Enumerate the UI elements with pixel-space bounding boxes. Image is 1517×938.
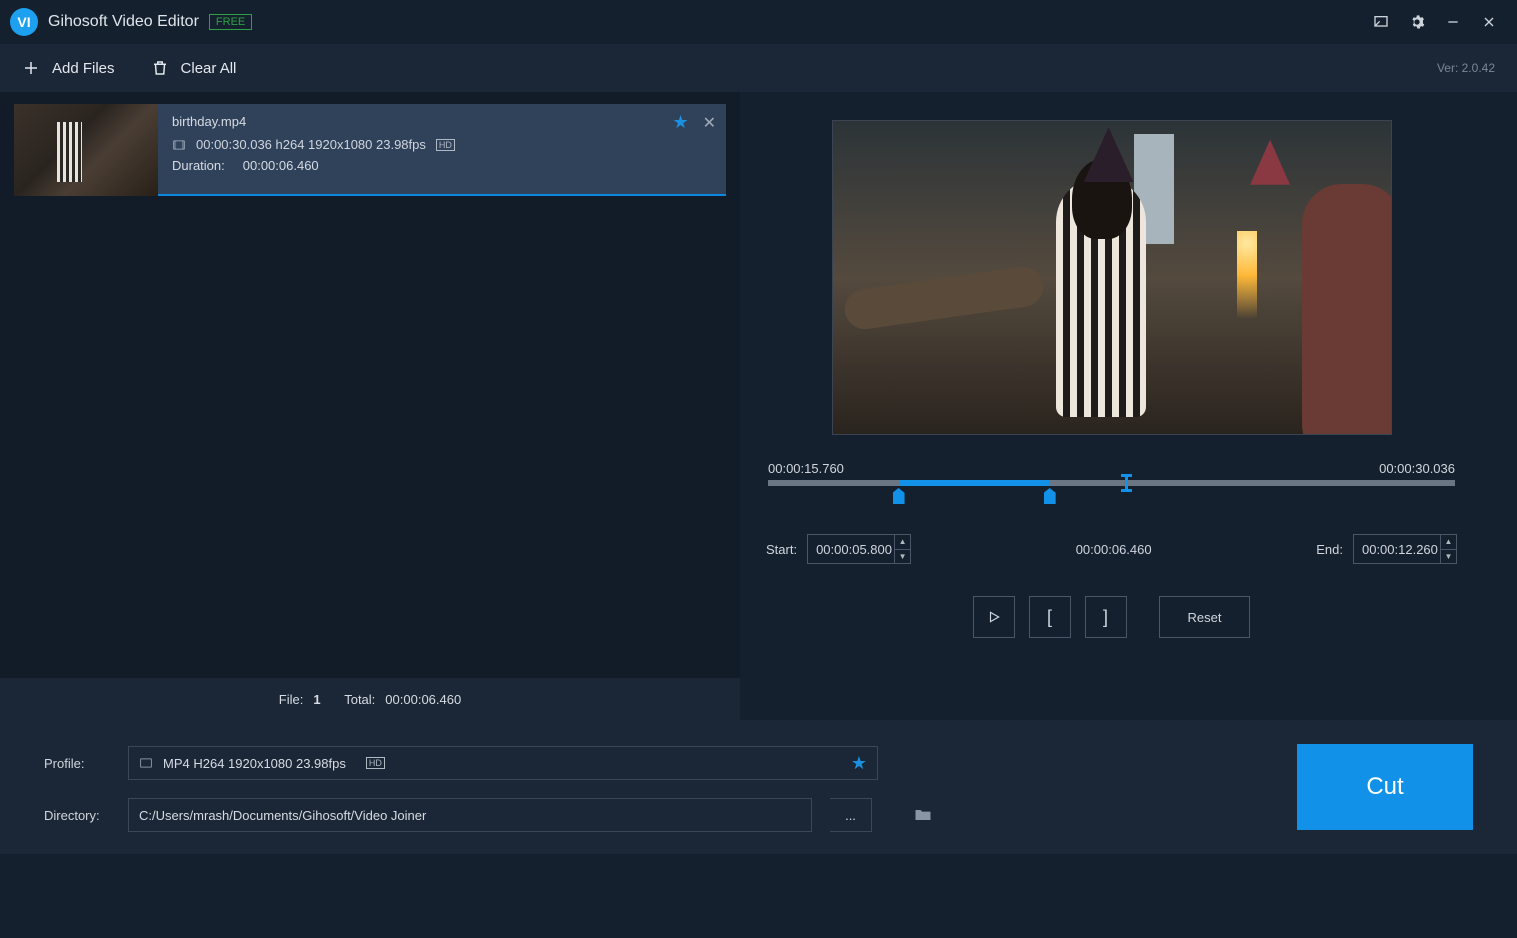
close-icon[interactable] <box>1471 4 1507 40</box>
timeline-playhead[interactable] <box>1125 474 1128 492</box>
profile-select[interactable]: MP4 H264 1920x1080 23.98fps HD ★ <box>128 746 878 780</box>
file-list-footer: File: 1 Total: 00:00:06.460 <box>0 678 740 720</box>
total-value: 00:00:06.460 <box>385 692 461 707</box>
directory-value: C:/Users/mrash/Documents/Gihosoft/Video … <box>139 808 426 823</box>
cut-button[interactable]: Cut <box>1297 744 1473 830</box>
file-info: birthday.mp4 00:00:30.036 h264 1920x1080… <box>158 104 726 196</box>
file-thumbnail <box>14 104 158 196</box>
chevron-up-icon[interactable]: ▲ <box>1441 535 1456 550</box>
add-files-button[interactable]: Add Files <box>22 59 115 77</box>
directory-options-button[interactable]: ... <box>830 798 872 832</box>
file-count-label: File: <box>279 692 304 707</box>
timeline-end-handle[interactable] <box>1044 488 1056 504</box>
timeline-track[interactable] <box>768 480 1455 486</box>
titlebar: VI Gihosoft Video Editor FREE <box>0 0 1517 44</box>
video-preview[interactable] <box>832 120 1392 435</box>
reset-button[interactable]: Reset <box>1159 596 1251 638</box>
add-files-label: Add Files <box>52 60 115 77</box>
profile-label: Profile: <box>44 756 110 771</box>
chevron-down-icon[interactable]: ▼ <box>895 550 910 564</box>
timeline-start-handle[interactable] <box>893 488 905 504</box>
timeline-selection <box>899 480 1050 486</box>
timeline: 00:00:15.760 00:00:30.036 <box>766 461 1457 486</box>
end-stepper[interactable]: ▲▼ <box>1440 535 1456 563</box>
directory-label: Directory: <box>44 808 110 823</box>
end-time-input[interactable]: 00:00:12.260 ▲▼ <box>1353 534 1457 564</box>
hd-badge: HD <box>366 757 385 769</box>
playback-controls: [ ] Reset <box>766 596 1457 638</box>
main-area: birthday.mp4 00:00:30.036 h264 1920x1080… <box>0 92 1517 720</box>
preview-scene <box>833 121 1391 434</box>
hd-badge: HD <box>436 139 455 151</box>
app-title: Gihosoft Video Editor <box>48 13 199 31</box>
timeline-right-time: 00:00:30.036 <box>1379 461 1455 476</box>
film-icon <box>172 138 186 152</box>
browse-folder-button[interactable] <box>902 798 944 832</box>
play-button[interactable] <box>973 596 1015 638</box>
set-end-bracket-button[interactable]: ] <box>1085 596 1127 638</box>
end-value: 00:00:12.260 <box>1354 535 1440 563</box>
directory-input[interactable]: C:/Users/mrash/Documents/Gihosoft/Video … <box>128 798 812 832</box>
file-item[interactable]: birthday.mp4 00:00:30.036 h264 1920x1080… <box>14 104 726 196</box>
preview-panel: 00:00:15.760 00:00:30.036 Start: 00:00:0… <box>740 92 1517 720</box>
remove-file-icon[interactable]: ✕ <box>703 113 716 133</box>
file-duration-value: 00:00:06.460 <box>243 158 319 173</box>
clear-all-label: Clear All <box>181 60 237 77</box>
range-row: Start: 00:00:05.800 ▲▼ 00:00:06.460 End:… <box>766 534 1457 564</box>
file-count-value: 1 <box>313 692 320 707</box>
chevron-down-icon[interactable]: ▼ <box>1441 550 1456 564</box>
file-name: birthday.mp4 <box>172 114 712 129</box>
end-label: End: <box>1316 542 1343 557</box>
file-meta: 00:00:30.036 h264 1920x1080 23.98fps <box>196 137 426 152</box>
timeline-left-time: 00:00:15.760 <box>768 461 844 476</box>
start-time-input[interactable]: 00:00:05.800 ▲▼ <box>807 534 911 564</box>
film-icon <box>139 756 153 770</box>
profile-value: MP4 H264 1920x1080 23.98fps <box>163 756 346 771</box>
bottom-bar: Profile: MP4 H264 1920x1080 23.98fps HD … <box>0 720 1517 854</box>
app-logo: VI <box>10 8 38 36</box>
file-list-panel: birthday.mp4 00:00:30.036 h264 1920x1080… <box>0 92 740 720</box>
cut-label: Cut <box>1366 773 1403 801</box>
version-label: Ver: 2.0.42 <box>1437 61 1495 75</box>
toolbar: Add Files Clear All Ver: 2.0.42 <box>0 44 1517 92</box>
start-stepper[interactable]: ▲▼ <box>894 535 910 563</box>
start-value: 00:00:05.800 <box>808 535 894 563</box>
feedback-icon[interactable] <box>1363 4 1399 40</box>
minimize-icon[interactable] <box>1435 4 1471 40</box>
start-label: Start: <box>766 542 797 557</box>
chevron-up-icon[interactable]: ▲ <box>895 535 910 550</box>
reset-label: Reset <box>1188 610 1222 625</box>
set-start-bracket-button[interactable]: [ <box>1029 596 1071 638</box>
total-label: Total: <box>344 692 375 707</box>
range-duration: 00:00:06.460 <box>1076 542 1152 557</box>
clear-all-button[interactable]: Clear All <box>151 59 237 77</box>
free-badge: FREE <box>209 14 252 30</box>
favorite-icon[interactable]: ★ <box>851 753 867 774</box>
file-duration-label: Duration: <box>172 158 225 173</box>
settings-icon[interactable] <box>1399 4 1435 40</box>
favorite-icon[interactable]: ★ <box>672 112 688 133</box>
